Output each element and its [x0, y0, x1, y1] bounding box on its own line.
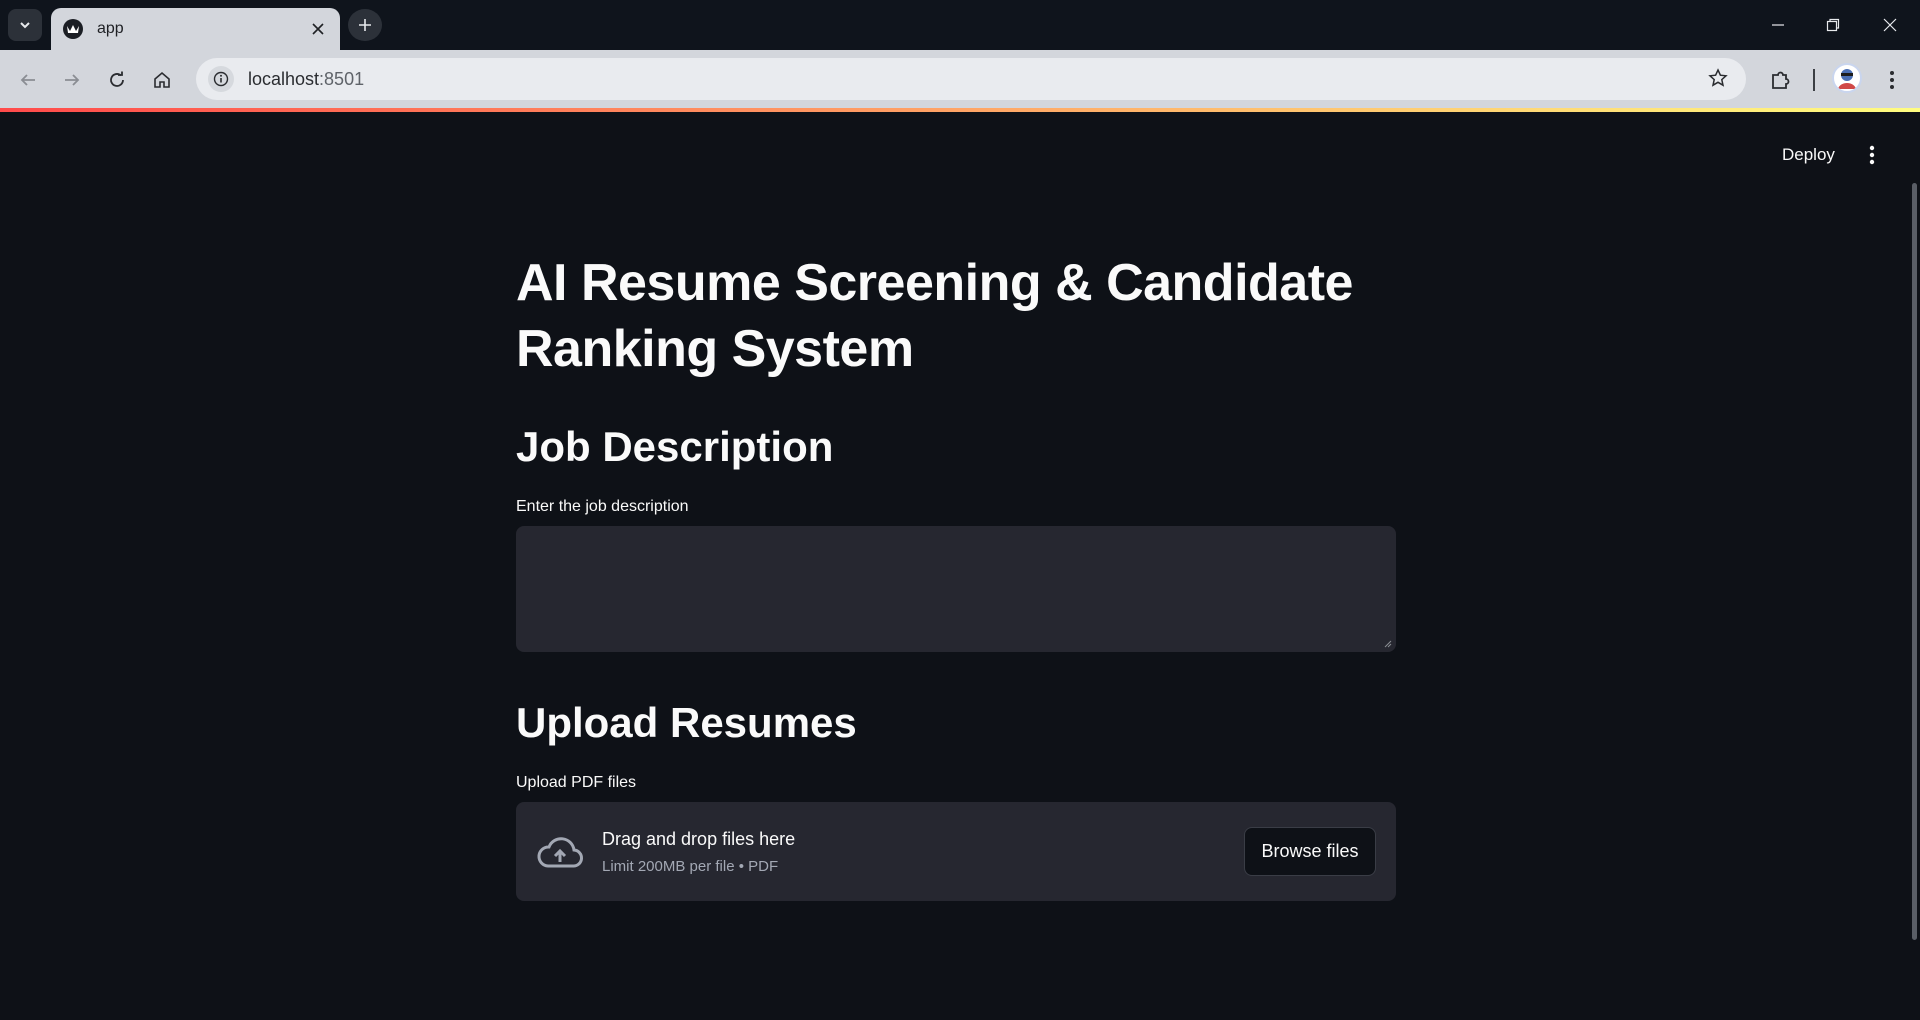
dropzone-instruction: Drag and drop files here	[602, 828, 796, 849]
bookmark-star-button[interactable]	[1708, 68, 1728, 93]
upload-label: Upload PDF files	[516, 774, 637, 791]
tab-title: app	[97, 20, 124, 37]
window-close-button[interactable]	[1875, 10, 1905, 40]
browser-toolbar: localhost:8501	[0, 50, 1920, 108]
browse-files-button[interactable]: Browse files	[1244, 827, 1376, 876]
back-icon	[20, 74, 35, 86]
minimize-button[interactable]	[1763, 10, 1793, 40]
close-icon	[312, 23, 324, 35]
extensions-icon	[1772, 71, 1790, 89]
tab-search-icon	[20, 22, 30, 29]
browser-tabstrip: app	[0, 0, 1920, 50]
upload-resumes-heading: Upload Resumes	[516, 699, 857, 746]
more-vert-icon	[1890, 71, 1894, 89]
star-icon	[1708, 68, 1728, 87]
resize-grip-icon[interactable]	[1384, 640, 1392, 648]
browser-tab[interactable]: app	[51, 8, 340, 50]
profile-avatar[interactable]	[1832, 63, 1862, 93]
cloud-upload-icon	[537, 836, 583, 867]
site-info-icon[interactable]	[208, 66, 234, 92]
job-description-input[interactable]	[516, 526, 1396, 652]
app-decoration-bar	[0, 108, 1920, 112]
streamlit-favicon-icon	[63, 19, 83, 39]
extensions-button[interactable]	[1765, 64, 1797, 96]
forward-button[interactable]	[56, 64, 88, 96]
page-title: AI Resume Screening & Candidate Ranking …	[516, 254, 1353, 378]
job-description-heading: Job Description	[516, 423, 834, 470]
restore-icon	[1826, 18, 1840, 32]
back-button[interactable]	[12, 64, 44, 96]
forward-icon	[65, 74, 80, 86]
home-button[interactable]	[146, 64, 178, 96]
reload-button[interactable]	[101, 64, 133, 96]
reload-icon	[110, 71, 124, 87]
dropzone-text: Drag and drop files here Limit 200MB per…	[602, 829, 1244, 875]
home-icon	[154, 71, 170, 88]
minimize-icon	[1772, 24, 1784, 26]
toolbar-divider	[1813, 69, 1815, 91]
file-dropzone[interactable]: Drag and drop files here Limit 200MB per…	[516, 802, 1396, 901]
tab-search-button[interactable]	[8, 9, 42, 41]
plus-icon	[359, 19, 371, 31]
url-text: localhost:8501	[248, 68, 365, 89]
deploy-button[interactable]: Deploy	[1770, 140, 1847, 170]
kebab-menu-icon	[1869, 145, 1875, 165]
address-bar[interactable]: localhost:8501	[196, 58, 1746, 100]
dropzone-limit: Limit 200MB per file • PDF	[602, 857, 779, 875]
main-content: AI Resume Screening & Candidate Ranking …	[516, 250, 1396, 901]
new-tab-button[interactable]	[348, 9, 382, 41]
browser-menu-button[interactable]	[1876, 64, 1908, 96]
tab-close-button[interactable]	[308, 19, 328, 39]
window-close-icon	[1883, 18, 1897, 32]
main-menu-button[interactable]	[1860, 140, 1884, 170]
job-description-label: Enter the job description	[516, 498, 689, 515]
page-scrollbar[interactable]	[1912, 183, 1917, 940]
restore-button[interactable]	[1818, 10, 1848, 40]
